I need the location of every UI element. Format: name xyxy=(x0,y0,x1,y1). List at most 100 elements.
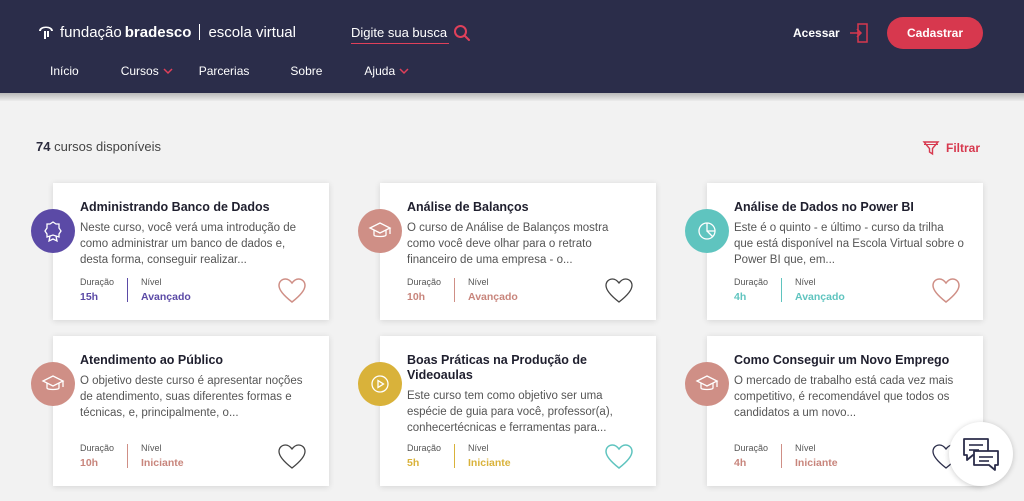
filter-icon xyxy=(922,141,940,156)
site-header: fundação bradesco escola virtual Acessar… xyxy=(0,0,1024,93)
level-label: Nível xyxy=(468,277,489,287)
login-label: Acessar xyxy=(793,26,840,40)
level-value: Iniciante xyxy=(795,457,838,469)
course-badge xyxy=(685,209,729,253)
level-label: Nível xyxy=(141,277,162,287)
level-label: Nível xyxy=(795,277,816,287)
site-logo[interactable]: fundação bradesco escola virtual xyxy=(36,22,296,42)
filter-label: Filtrar xyxy=(946,141,981,155)
login-link[interactable]: Acessar xyxy=(793,22,870,44)
course-title: Administrando Banco de Dados xyxy=(80,200,270,214)
nav-item-sobre[interactable]: Sobre xyxy=(290,64,322,78)
filter-button[interactable]: Filtrar xyxy=(922,139,980,157)
meta-divider xyxy=(127,444,128,468)
duration-value: 4h xyxy=(734,457,747,469)
course-badge xyxy=(685,362,729,406)
nav-item-cursos[interactable]: Cursos xyxy=(121,64,173,78)
register-button[interactable]: Cadastrar xyxy=(887,17,983,49)
header-shadow xyxy=(0,93,1024,101)
nav-item-label: Sobre xyxy=(290,64,323,78)
duration-value: 10h xyxy=(80,457,99,469)
heart-icon[interactable] xyxy=(277,443,307,471)
course-badge xyxy=(358,362,402,406)
chat-bubbles-icon xyxy=(963,438,999,471)
graduation-cap-icon xyxy=(41,375,65,391)
course-title: Análise de Balanços xyxy=(407,200,529,214)
course-card[interactable]: Análise de Dados no Power BI Este é o qu… xyxy=(685,183,983,320)
results-count-number: 74 xyxy=(36,139,51,154)
nav-item-ajuda[interactable]: Ajuda xyxy=(364,64,409,78)
chat-button[interactable] xyxy=(949,422,1013,486)
course-card[interactable]: Análise de Balanços O curso de Análise d… xyxy=(358,183,656,320)
course-title: Boas Práticas na Produção de Videoaulas xyxy=(407,353,587,382)
course-title: Atendimento ao Público xyxy=(80,353,224,367)
pie-chart-icon xyxy=(698,222,716,240)
course-description: Neste curso, você verá uma introdução de… xyxy=(80,222,297,266)
meta-divider xyxy=(781,278,782,302)
course-card[interactable]: Administrando Banco de Dados Neste curso… xyxy=(31,183,329,320)
meta-divider xyxy=(454,444,455,468)
duration-label: Duração xyxy=(734,277,769,287)
nav-item-parcerias[interactable]: Parcerias xyxy=(199,64,250,78)
heart-icon[interactable] xyxy=(604,443,634,471)
nav-item-label: Parcerias xyxy=(198,64,250,78)
main-nav: Início Cursos Parcerias Sobre Ajuda xyxy=(50,64,409,78)
duration-label: Duração xyxy=(80,277,115,287)
duration-value: 10h xyxy=(407,291,426,303)
chevron-down-icon xyxy=(399,68,409,75)
course-badge xyxy=(358,209,402,253)
brand-part1: fundação xyxy=(60,23,122,41)
brand-part2: bradesco xyxy=(124,23,192,41)
course-card[interactable]: Boas Práticas na Produção de Videoaulas … xyxy=(358,336,656,486)
search-box xyxy=(351,22,471,48)
level-value: Avançado xyxy=(468,291,518,303)
results-count: 74 cursos disponíveis xyxy=(36,139,161,154)
course-badge xyxy=(31,362,75,406)
level-value: Iniciante xyxy=(468,457,511,469)
search-input[interactable] xyxy=(351,22,449,44)
course-title: Como Conseguir um Novo Emprego xyxy=(734,353,950,367)
heart-icon[interactable] xyxy=(604,277,634,305)
level-value: Avançado xyxy=(795,291,845,303)
search-icon[interactable] xyxy=(453,24,471,42)
duration-label: Duração xyxy=(734,443,769,453)
nav-item-label: Início xyxy=(50,64,79,78)
course-description: O objetivo deste curso é apresentar noçõ… xyxy=(80,375,303,419)
duration-label: Duração xyxy=(80,443,115,453)
course-title: Análise de Dados no Power BI xyxy=(734,200,914,214)
course-description: Este é o quinto - e último - curso da tr… xyxy=(734,222,964,266)
meta-divider xyxy=(454,278,455,302)
course-description: Este curso tem como objetivo ser uma esp… xyxy=(407,390,613,434)
level-label: Nível xyxy=(141,443,162,453)
duration-value: 15h xyxy=(80,291,99,303)
duration-value: 5h xyxy=(407,457,420,469)
logo-mark-icon xyxy=(39,26,53,39)
level-label: Nível xyxy=(468,443,489,453)
nav-item-label: Cursos xyxy=(120,64,159,78)
course-card[interactable]: Atendimento ao Público O objetivo deste … xyxy=(31,336,329,486)
duration-label: Duração xyxy=(407,443,442,453)
duration-label: Duração xyxy=(407,277,442,287)
nav-item-inicio[interactable]: Início xyxy=(50,64,79,78)
nav-item-label: Ajuda xyxy=(364,64,396,78)
level-value: Iniciante xyxy=(141,457,184,469)
brand-divider xyxy=(199,24,201,40)
duration-value: 4h xyxy=(734,291,747,303)
results-count-suffix: cursos disponíveis xyxy=(54,139,162,154)
level-value: Avançado xyxy=(141,291,191,303)
course-card[interactable]: Como Conseguir um Novo Emprego O mercado… xyxy=(685,336,983,486)
graduation-cap-icon xyxy=(695,375,719,391)
meta-divider xyxy=(127,278,128,302)
badge-icon xyxy=(44,221,62,243)
login-icon xyxy=(849,23,868,43)
chevron-down-icon xyxy=(163,68,173,75)
course-description: O curso de Análise de Balanços mostra co… xyxy=(407,222,609,266)
graduation-cap-icon xyxy=(368,222,392,238)
heart-icon[interactable] xyxy=(931,277,961,305)
level-label: Nível xyxy=(795,443,816,453)
heart-icon[interactable] xyxy=(277,277,307,305)
course-description: O mercado de trabalho está cada vez mais… xyxy=(734,375,954,419)
brand-part3: escola virtual xyxy=(208,23,296,41)
meta-divider xyxy=(781,444,782,468)
course-badge xyxy=(31,209,75,253)
